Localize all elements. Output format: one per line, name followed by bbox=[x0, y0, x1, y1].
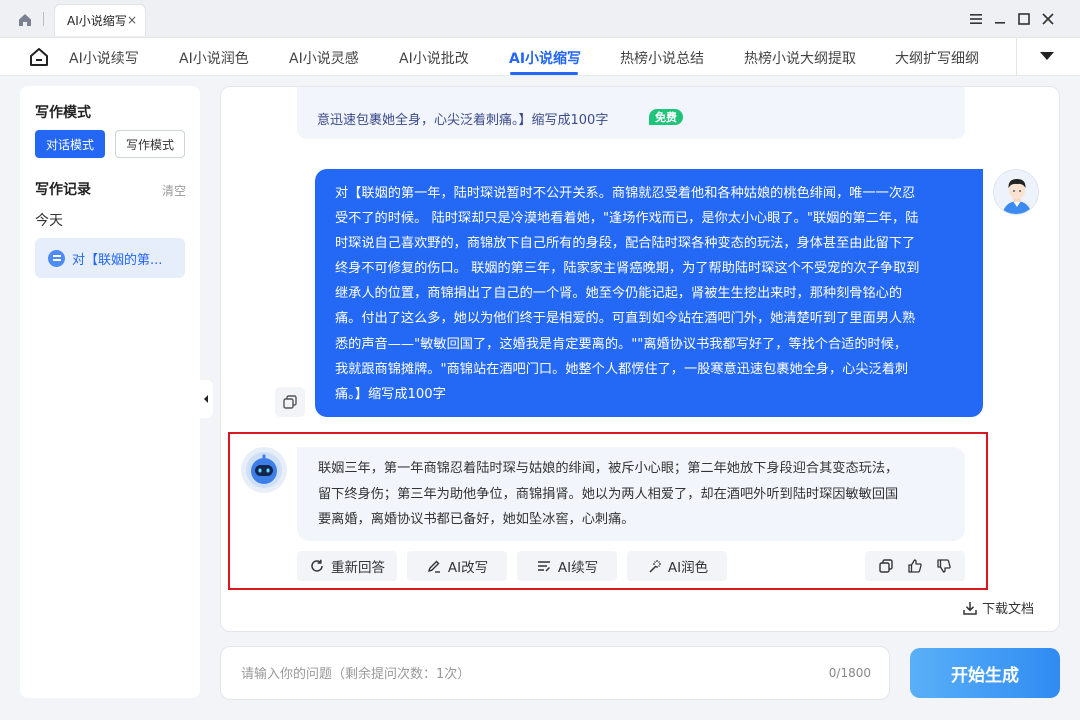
chat-panel: 意迅速包裹她全身，心尖泛着刺痛。】缩写成100字 免费 对【联姻的第一年，陆时琛… bbox=[220, 86, 1060, 632]
user-message-line: 时琛说自己喜欢野的，商锦放下自己所有的身段，配合陆时琛各种变态的玩法，身体甚至由… bbox=[335, 236, 916, 252]
sidebar-collapse-handle[interactable] bbox=[199, 380, 213, 418]
user-message-line: 痛。付出了这么多，她以为他们终于是相爱的。可直到如今站在酒吧门外，她清楚听到了里… bbox=[335, 311, 916, 327]
copy-icon[interactable] bbox=[878, 558, 894, 574]
writing-mode-button[interactable]: 写作模式 bbox=[115, 130, 185, 158]
user-message-line: 痛。】缩写成100字 bbox=[335, 386, 446, 402]
nav-item-inspiration[interactable]: AI小说灵感 bbox=[289, 48, 359, 68]
bot-message-bubble: 联姻三年，第一年商锦忍着陆时琛与姑娘的绯闻，被斥小心眼；第二年她放下身段迎合其变… bbox=[297, 447, 965, 541]
user-message-line: 我就跟商锦摊牌。"商锦站在酒吧门口。她整个人都愣住了，一股寒意迅速包裹她全身，心… bbox=[335, 361, 909, 377]
maximize-icon[interactable] bbox=[1014, 9, 1034, 29]
record-item[interactable]: 对【联姻的第... bbox=[35, 238, 185, 278]
nav-item-abridge[interactable]: AI小说缩写 bbox=[509, 48, 581, 68]
nav-item-hot-outline[interactable]: 热榜小说大纲提取 bbox=[744, 48, 856, 68]
magic-wand-icon bbox=[649, 560, 661, 573]
writing-records-heading: 写作记录 bbox=[35, 182, 91, 198]
nav-divider bbox=[1016, 38, 1017, 76]
feature-nav: AI小说续写 AI小说润色 AI小说灵感 AI小说批改 AI小说缩写 热榜小说总… bbox=[0, 38, 1080, 76]
user-avatar bbox=[993, 169, 1039, 215]
refresh-icon bbox=[311, 559, 323, 572]
ai-continue-label: AI续写 bbox=[557, 560, 599, 576]
copy-user-message-button[interactable] bbox=[275, 387, 305, 417]
thumbs-up-icon[interactable] bbox=[907, 558, 923, 574]
thumbs-down-icon[interactable] bbox=[936, 558, 952, 574]
nav-item-continue[interactable]: AI小说续写 bbox=[69, 48, 139, 68]
clear-records-link[interactable]: 清空 bbox=[162, 182, 186, 199]
bot-avatar bbox=[241, 447, 287, 493]
close-icon[interactable] bbox=[1038, 9, 1058, 29]
ai-polish-label: AI润色 bbox=[667, 560, 709, 576]
active-tab-indicator bbox=[510, 72, 578, 75]
ai-continue-button[interactable]: AI续写 bbox=[517, 551, 617, 581]
download-icon bbox=[963, 601, 977, 615]
tab-ai-novel-abridge[interactable]: AI小说缩写 × bbox=[54, 4, 146, 36]
previous-message-text: 意迅速包裹她全身，心尖泛着刺痛。】缩写成100字 bbox=[317, 113, 609, 128]
user-message-line: 受不了的时候。 陆时琛却只是冷漠地看着她，"逢场作戏而已，是你太小心眼了。"联姻… bbox=[335, 211, 919, 227]
bot-message-line: 留下终身伤；第三年为助他争位，商锦捐肾。她以为两人相爱了，却在酒吧外听到陆时琛因… bbox=[318, 486, 899, 502]
user-message-line: 对【联姻的第一年，陆时琛说暂时不公开关系。商锦就忍受着他和各种姑娘的桃色绯闻，唯… bbox=[335, 186, 916, 201]
user-message-line: 悉的声音——"敏敏回国了，这婚我是肯定要离的。""离婚协议书我都写好了，等找个合… bbox=[335, 336, 908, 352]
previous-message-bubble: 意迅速包裹她全身，心尖泛着刺痛。】缩写成100字 免费 bbox=[297, 87, 965, 139]
chat-record-icon bbox=[48, 249, 65, 267]
sidebar: 写作模式 对话模式 写作模式 写作记录 清空 今天 对【联姻的第... bbox=[20, 86, 200, 698]
question-input[interactable] bbox=[241, 664, 801, 684]
home-icon[interactable] bbox=[14, 9, 36, 31]
download-label: 下载文档 bbox=[982, 602, 1035, 617]
question-input-box: 0/1800 bbox=[220, 646, 890, 700]
download-document-button[interactable]: 下载文档 bbox=[962, 598, 1034, 617]
dialog-mode-button[interactable]: 对话模式 bbox=[35, 130, 105, 158]
user-message-line: 继承人的位置，商锦捐出了自己的一个肾。她至今仍能记起，肾被生生挖出来时，那种刻骨… bbox=[335, 286, 903, 302]
record-item-label: 对【联姻的第... bbox=[72, 252, 163, 268]
free-badge: 免费 bbox=[649, 109, 683, 125]
user-message-line: 终身不可修复的伤口。 联姻的第三年，陆家家主肾癌晚期，为了帮助陆时琛这个不受宠的… bbox=[335, 261, 920, 277]
char-count: 0/1800 bbox=[828, 666, 871, 680]
minimize-icon[interactable] bbox=[990, 9, 1010, 29]
user-message-bubble: 对【联姻的第一年，陆时琛说暂时不公开关系。商锦就忍受着他和各种姑娘的桃色绯闻，唯… bbox=[315, 169, 983, 417]
regenerate-label: 重新回答 bbox=[331, 560, 385, 576]
ai-rewrite-button[interactable]: AI改写 bbox=[407, 551, 507, 581]
start-generate-button[interactable]: 开始生成 bbox=[910, 648, 1060, 698]
home-outline-icon[interactable] bbox=[28, 46, 50, 68]
title-bar: AI小说缩写 × bbox=[0, 0, 1080, 38]
bot-message-line: 联姻三年，第一年商锦忍着陆时琛与姑娘的绯闻，被斥小心眼；第二年她放下身段迎合其变… bbox=[318, 461, 899, 476]
ai-rewrite-label: AI改写 bbox=[447, 560, 489, 576]
tab-close-icon[interactable]: × bbox=[127, 13, 137, 27]
pen-icon bbox=[427, 560, 440, 573]
feedback-actions bbox=[865, 551, 965, 581]
writing-mode-heading: 写作模式 bbox=[35, 105, 91, 121]
nav-item-outline-expand[interactable]: 大纲扩写细纲 bbox=[895, 48, 979, 68]
bot-message-line: 要离婚，离婚协议书都已备好，她如坠冰窖，心刺痛。 bbox=[318, 512, 635, 527]
nav-item-hot-summary[interactable]: 热榜小说总结 bbox=[620, 48, 704, 68]
title-separator bbox=[43, 12, 44, 26]
nav-item-review[interactable]: AI小说批改 bbox=[399, 48, 469, 68]
regenerate-button[interactable]: 重新回答 bbox=[297, 551, 397, 581]
chevron-down-icon[interactable] bbox=[1040, 52, 1054, 60]
today-label: 今天 bbox=[35, 213, 63, 229]
menu-icon[interactable] bbox=[966, 9, 986, 29]
tab-title: AI小说缩写 bbox=[67, 14, 127, 28]
nav-item-polish[interactable]: AI小说润色 bbox=[179, 48, 249, 68]
ai-polish-button[interactable]: AI润色 bbox=[627, 551, 727, 581]
text-lines-icon bbox=[537, 561, 550, 572]
